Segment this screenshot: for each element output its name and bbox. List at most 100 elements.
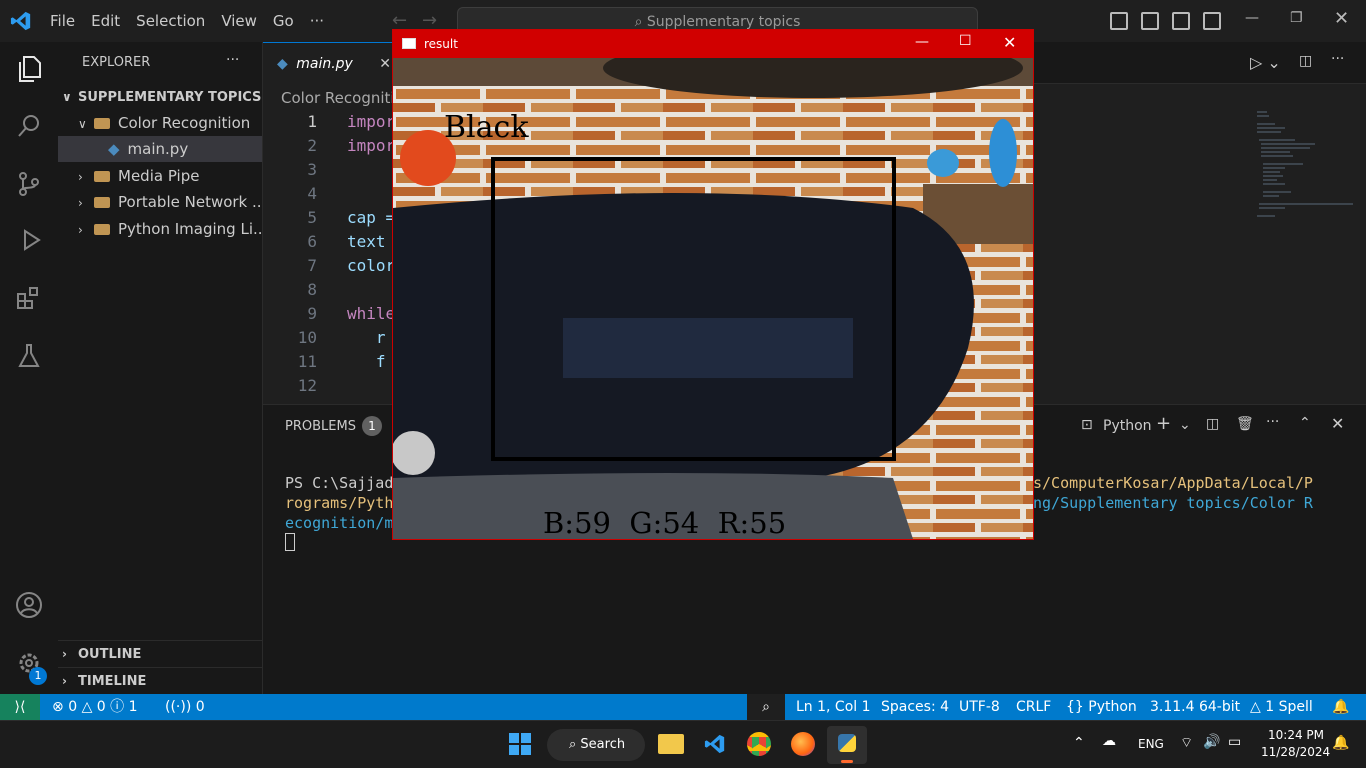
customize-layout-icon[interactable]: [1203, 12, 1221, 30]
split-editor-icon[interactable]: ◫: [1299, 53, 1312, 69]
run-python-icon[interactable]: ▷ ⌄: [1250, 53, 1281, 72]
search-text: Supplementary topics: [646, 14, 801, 30]
indentation[interactable]: Spaces: 4: [881, 694, 949, 720]
back-arrow-icon[interactable]: ←: [392, 10, 407, 31]
restore-icon[interactable]: ❐: [1290, 10, 1303, 26]
python-icon: [838, 734, 856, 752]
language-mode[interactable]: {} Python: [1066, 694, 1137, 720]
minimap[interactable]: [1255, 110, 1355, 220]
file-explorer-icon[interactable]: [658, 734, 684, 754]
search-icon[interactable]: [14, 112, 44, 142]
toggle-panel-icon[interactable]: [1141, 12, 1159, 30]
maximize-icon[interactable]: ☐: [959, 33, 972, 49]
timeline-section[interactable]: › TIMELINE: [58, 667, 262, 693]
taskbar-search[interactable]: ⌕ Search: [547, 729, 645, 761]
chrome-icon[interactable]: [747, 732, 771, 756]
menu-edit[interactable]: Edit: [83, 0, 128, 42]
code-line: 8: [307, 280, 317, 299]
maximize-panel-icon[interactable]: ⌃: [1299, 415, 1311, 431]
folder-media-pipe[interactable]: › Media Pipe: [58, 163, 262, 189]
clock-date[interactable]: 11/28/2024: [1261, 745, 1330, 759]
editor-more-icon[interactable]: ···: [1331, 51, 1344, 67]
notifications-bell-icon[interactable]: 🔔: [1332, 735, 1349, 751]
folder-icon: [94, 197, 110, 208]
folder-python-imaging[interactable]: › Python Imaging Li...: [58, 216, 262, 242]
close-icon[interactable]: ✕: [1003, 33, 1016, 52]
result-window[interactable]: result — ☐ ✕ Black B:59 G:54 R:55: [392, 29, 1034, 540]
extensions-icon[interactable]: [14, 284, 44, 314]
terminal-cursor: [285, 533, 295, 551]
search-icon: ⌕: [569, 737, 577, 752]
file-main-py[interactable]: ◆ main.py: [58, 136, 262, 162]
menu-view[interactable]: View: [213, 0, 265, 42]
volume-icon[interactable]: 🔊: [1203, 734, 1220, 750]
battery-icon[interactable]: ▭: [1228, 734, 1241, 750]
chevron-down-icon[interactable]: ⌄: [1179, 417, 1191, 433]
cloud-icon[interactable]: ☁: [1102, 733, 1116, 749]
warning-icon: △: [1250, 699, 1261, 715]
menu-go[interactable]: Go: [265, 0, 302, 42]
terminal-line: ecognition/m: [285, 514, 394, 532]
menu-more[interactable]: ···: [302, 0, 332, 42]
vscode-logo-icon: [0, 0, 42, 42]
chevron-up-icon[interactable]: ⌃: [1073, 735, 1085, 751]
notifications-bell-icon[interactable]: 🔔: [1332, 694, 1349, 720]
menu-file[interactable]: File: [42, 0, 83, 42]
folder-open-icon: [94, 118, 110, 129]
outline-section[interactable]: › OUTLINE: [58, 640, 262, 666]
python-file-icon: ◆: [108, 140, 120, 158]
new-terminal-icon[interactable]: +: [1156, 413, 1171, 434]
tab-main-py[interactable]: ◆ main.py ✕: [263, 42, 393, 84]
menu-selection[interactable]: Selection: [128, 0, 213, 42]
split-terminal-icon[interactable]: ◫: [1206, 416, 1219, 432]
minimize-icon[interactable]: —: [1245, 10, 1259, 26]
app-window-icon: [402, 38, 416, 49]
result-window-titlebar[interactable]: result — ☐ ✕: [393, 30, 1033, 58]
toggle-sidebar-icon[interactable]: [1110, 12, 1128, 30]
encoding[interactable]: UTF-8: [959, 694, 1000, 720]
tab-problems[interactable]: PROBLEMS: [285, 419, 356, 434]
firefox-icon[interactable]: [791, 732, 815, 756]
explorer-icon[interactable]: [14, 54, 44, 84]
zoom-icon[interactable]: ⌕: [747, 694, 785, 720]
source-control-icon[interactable]: [14, 170, 44, 200]
language-indicator[interactable]: ENG: [1138, 737, 1164, 751]
warning-icon: △: [81, 699, 93, 715]
windows-taskbar: ⌕ Search ⌃ ☁ ENG ⌔ 🔊 ▭ 10:24 PM 11/28/20…: [0, 720, 1366, 768]
python-interpreter[interactable]: 3.11.4 64-bit: [1150, 694, 1240, 720]
code-line: 1 impor: [307, 112, 396, 131]
folder-color-recognition[interactable]: ∨ Color Recognition: [58, 110, 262, 136]
windows-start-icon[interactable]: [509, 733, 531, 755]
cursor-position[interactable]: Ln 1, Col 1: [796, 694, 871, 720]
account-icon[interactable]: [14, 590, 44, 620]
clock-time[interactable]: 10:24 PM: [1268, 728, 1324, 742]
tab-close-icon[interactable]: ✕: [379, 56, 391, 72]
close-panel-icon[interactable]: ✕: [1331, 414, 1344, 433]
testing-flask-icon[interactable]: [14, 342, 44, 372]
forward-arrow-icon[interactable]: →: [422, 10, 437, 31]
toggle-secondary-sidebar-icon[interactable]: [1172, 12, 1190, 30]
run-debug-icon[interactable]: [14, 226, 44, 256]
close-icon[interactable]: ✕: [1334, 8, 1349, 29]
breadcrumb[interactable]: Color Recognitio: [281, 89, 404, 107]
minimize-icon[interactable]: —: [915, 34, 929, 50]
remote-indicator-icon[interactable]: ⟩⟨: [0, 694, 40, 720]
python-taskbar-app[interactable]: [827, 726, 867, 764]
wifi-icon[interactable]: ⌔: [1180, 734, 1193, 752]
detected-color-label: Black: [444, 110, 529, 145]
problems-count-badge: 1: [362, 416, 382, 436]
ports-status[interactable]: ((·)) 0: [165, 694, 205, 720]
chevron-right-icon: ›: [78, 170, 83, 184]
panel-more-icon[interactable]: ···: [1266, 414, 1279, 430]
line-ending[interactable]: CRLF: [1016, 694, 1051, 720]
explorer-more-icon[interactable]: ···: [226, 52, 239, 68]
code-view[interactable]: 1 impor 2 impor 3 4 5 cap = 6 text 7 color 8 …: [263, 110, 398, 400]
vscode-taskbar-icon[interactable]: [704, 732, 726, 756]
folder-portable-network[interactable]: › Portable Network ...: [58, 189, 262, 215]
workspace-root[interactable]: ∨ SUPPLEMENTARY TOPICS: [58, 84, 262, 110]
code-line: 2 impor: [307, 136, 396, 155]
spell-check[interactable]: △ 1 Spell: [1250, 694, 1313, 720]
terminal-shell-label[interactable]: Python: [1103, 418, 1152, 434]
trash-icon[interactable]: 🗑: [1236, 416, 1254, 432]
problems-status[interactable]: ⊗ 0 △ 0 ⓘ 1: [52, 694, 138, 720]
